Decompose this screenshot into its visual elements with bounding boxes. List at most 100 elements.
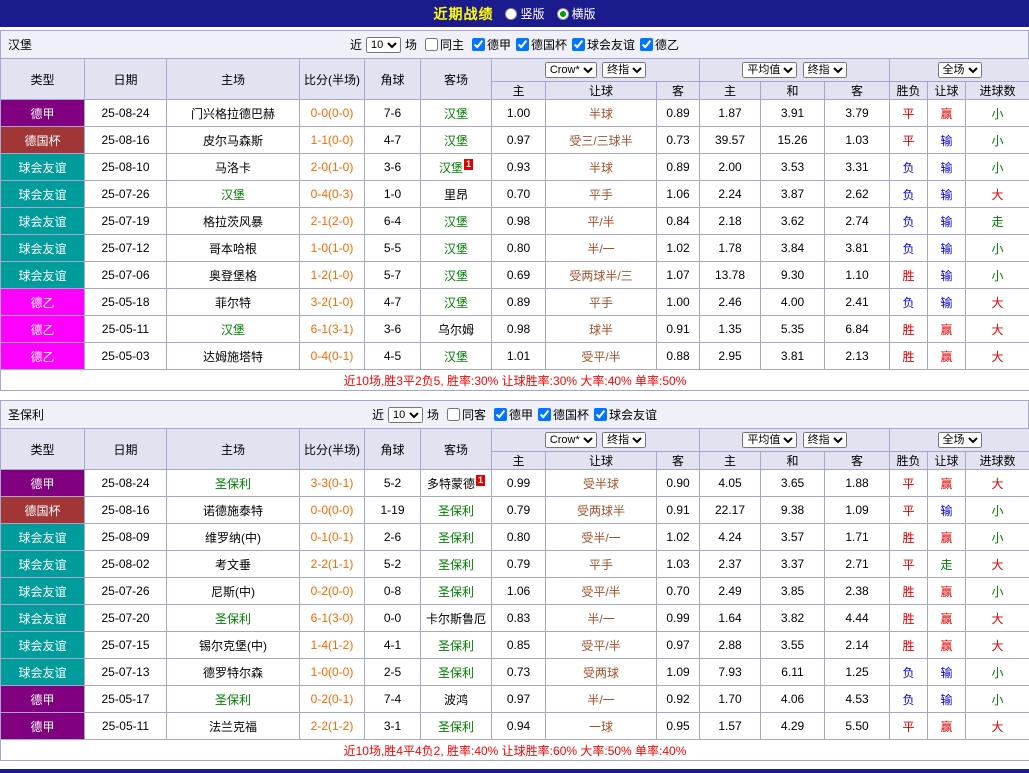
league-filter-checkbox[interactable]: 球会友谊	[594, 406, 657, 423]
asian-away-odds: 1.03	[657, 551, 700, 578]
subcol-handicap-result: 让球	[928, 82, 966, 100]
odds-company-select[interactable]: Crow*	[545, 62, 597, 78]
team-label: 奥登堡格	[209, 269, 257, 283]
match-result: 平	[890, 551, 928, 578]
euro-odds-stage-select[interactable]: 终指	[803, 62, 847, 78]
goals-result: 大	[966, 343, 1029, 370]
euro-away-odds: 5.50	[825, 713, 890, 740]
asian-handicap: 受两球半	[546, 497, 657, 524]
away-team: 乌尔姆	[421, 316, 492, 343]
match-date: 25-05-17	[85, 686, 167, 713]
euro-draw-odds: 4.00	[761, 289, 825, 316]
team-label: 汉堡	[444, 269, 468, 283]
match-result: 负	[890, 181, 928, 208]
same-venue-checkbox-input[interactable]	[425, 38, 438, 51]
match-result: 平	[890, 470, 928, 497]
league-checkbox-input[interactable]	[494, 408, 507, 421]
asian-odds-group: Crow* 终指	[492, 59, 700, 82]
near-label: 近	[350, 36, 362, 53]
asian-odds-stage-select[interactable]: 终指	[602, 432, 646, 448]
match-row: 球会友谊25-08-09维罗纳(中)0-1(0-1)2-6圣保利0.80受半/一…	[1, 524, 1029, 551]
league-filter-checkbox[interactable]: 德甲	[494, 406, 533, 423]
league-checkbox-input[interactable]	[594, 408, 607, 421]
away-team: 汉堡	[421, 343, 492, 370]
league-label: 德国杯	[531, 36, 567, 53]
euro-odds-type-select[interactable]: 平均值	[742, 432, 797, 448]
euro-home-odds: 2.95	[700, 343, 761, 370]
asian-home-odds: 0.70	[492, 181, 546, 208]
score: 1-4(1-2)	[300, 632, 365, 659]
league-filter-checkbox[interactable]: 德甲	[472, 36, 511, 53]
euro-away-odds: 2.14	[825, 632, 890, 659]
league-checkbox-input[interactable]	[516, 38, 529, 51]
team-label: 皮尔马森斯	[203, 134, 263, 148]
match-row: 德甲25-05-17圣保利0-2(0-1)7-4波鸿0.97半/一0.921.7…	[1, 686, 1029, 713]
same-venue-checkbox-input[interactable]	[447, 408, 460, 421]
league-checkbox-input[interactable]	[472, 38, 485, 51]
league-type: 球会友谊	[1, 208, 85, 235]
league-filter-checkbox[interactable]: 德国杯	[516, 36, 567, 53]
euro-draw-odds: 3.65	[761, 470, 825, 497]
recent-count-select[interactable]: 10	[388, 407, 423, 423]
match-row: 德甲25-05-11法兰克福2-2(1-2)3-1圣保利0.94一球0.951.…	[1, 713, 1029, 740]
league-filter-checkbox[interactable]: 德国杯	[538, 406, 589, 423]
same-venue-checkbox[interactable]: 同主	[425, 36, 464, 53]
euro-odds-type-select[interactable]: 平均值	[742, 62, 797, 78]
match-date: 25-08-02	[85, 551, 167, 578]
results-body: 德甲25-08-24门兴格拉德巴赫0-0(0-0)7-6汉堡1.00半球0.89…	[1, 100, 1029, 370]
euro-away-odds: 1.25	[825, 659, 890, 686]
same-venue-checkbox[interactable]: 同客	[447, 406, 486, 423]
league-filter-checkbox[interactable]: 球会友谊	[572, 36, 635, 53]
same-venue-label: 同主	[440, 36, 464, 53]
scope-select[interactable]: 全场	[938, 432, 982, 448]
asian-odds-stage-select[interactable]: 终指	[602, 62, 646, 78]
team-label: 马洛卡	[215, 161, 251, 175]
score: 2-1(2-0)	[300, 208, 365, 235]
away-team: 汉堡	[421, 262, 492, 289]
asian-away-odds: 0.97	[657, 632, 700, 659]
match-row: 球会友谊25-07-26汉堡0-4(0-3)1-0里昂0.70平手1.062.2…	[1, 181, 1029, 208]
team-label: 圣保利	[438, 720, 474, 734]
red-card-badge: 1	[464, 159, 473, 170]
asian-handicap: 受三/三球半	[546, 127, 657, 154]
league-checkbox-input[interactable]	[640, 38, 653, 51]
league-type: 德甲	[1, 686, 85, 713]
asian-home-odds: 0.97	[492, 686, 546, 713]
score: 2-2(1-1)	[300, 551, 365, 578]
score: 1-0(0-0)	[300, 659, 365, 686]
asian-handicap: 受平/半	[546, 578, 657, 605]
results-body: 德甲25-08-24圣保利3-3(0-1)5-2多特蒙德10.99受半球0.90…	[1, 470, 1029, 740]
match-date: 25-07-26	[85, 578, 167, 605]
goals-result: 小	[966, 659, 1029, 686]
layout-option-horizontal[interactable]: 横版	[557, 5, 596, 22]
asian-handicap: 半/一	[546, 605, 657, 632]
filter-controls: 近 10 场 同客 德甲德国杯球会友谊	[372, 406, 657, 424]
radio-icon	[505, 8, 517, 20]
corners: 5-7	[365, 262, 421, 289]
euro-draw-odds: 9.38	[761, 497, 825, 524]
euro-odds-stage-select[interactable]: 终指	[803, 432, 847, 448]
away-team: 波鸿	[421, 686, 492, 713]
asian-away-odds: 0.99	[657, 605, 700, 632]
euro-draw-odds: 3.82	[761, 605, 825, 632]
asian-home-odds: 0.73	[492, 659, 546, 686]
match-row: 球会友谊25-07-12哥本哈根1-0(1-0)5-5汉堡0.80半/一1.02…	[1, 235, 1029, 262]
match-result: 胜	[890, 632, 928, 659]
layout-option-vertical[interactable]: 竖版	[505, 5, 544, 22]
subcol-asian-away-odds: 客	[657, 452, 700, 470]
score: 6-1(3-1)	[300, 316, 365, 343]
match-row: 球会友谊25-07-13德罗特尔森1-0(0-0)2-5圣保利0.73受两球1.…	[1, 659, 1029, 686]
league-filter-checkbox[interactable]: 德乙	[640, 36, 679, 53]
euro-draw-odds: 3.53	[761, 154, 825, 181]
team-label: 汉堡	[439, 161, 463, 175]
goals-result: 大	[966, 605, 1029, 632]
scope-select[interactable]: 全场	[938, 62, 982, 78]
recent-count-select[interactable]: 10	[366, 37, 401, 53]
league-checkbox-input[interactable]	[538, 408, 551, 421]
score: 0-0(0-0)	[300, 497, 365, 524]
odds-company-select[interactable]: Crow*	[545, 432, 597, 448]
league-checkbox-input[interactable]	[572, 38, 585, 51]
goals-result: 大	[966, 713, 1029, 740]
asian-home-odds: 0.89	[492, 289, 546, 316]
corners: 6-4	[365, 208, 421, 235]
